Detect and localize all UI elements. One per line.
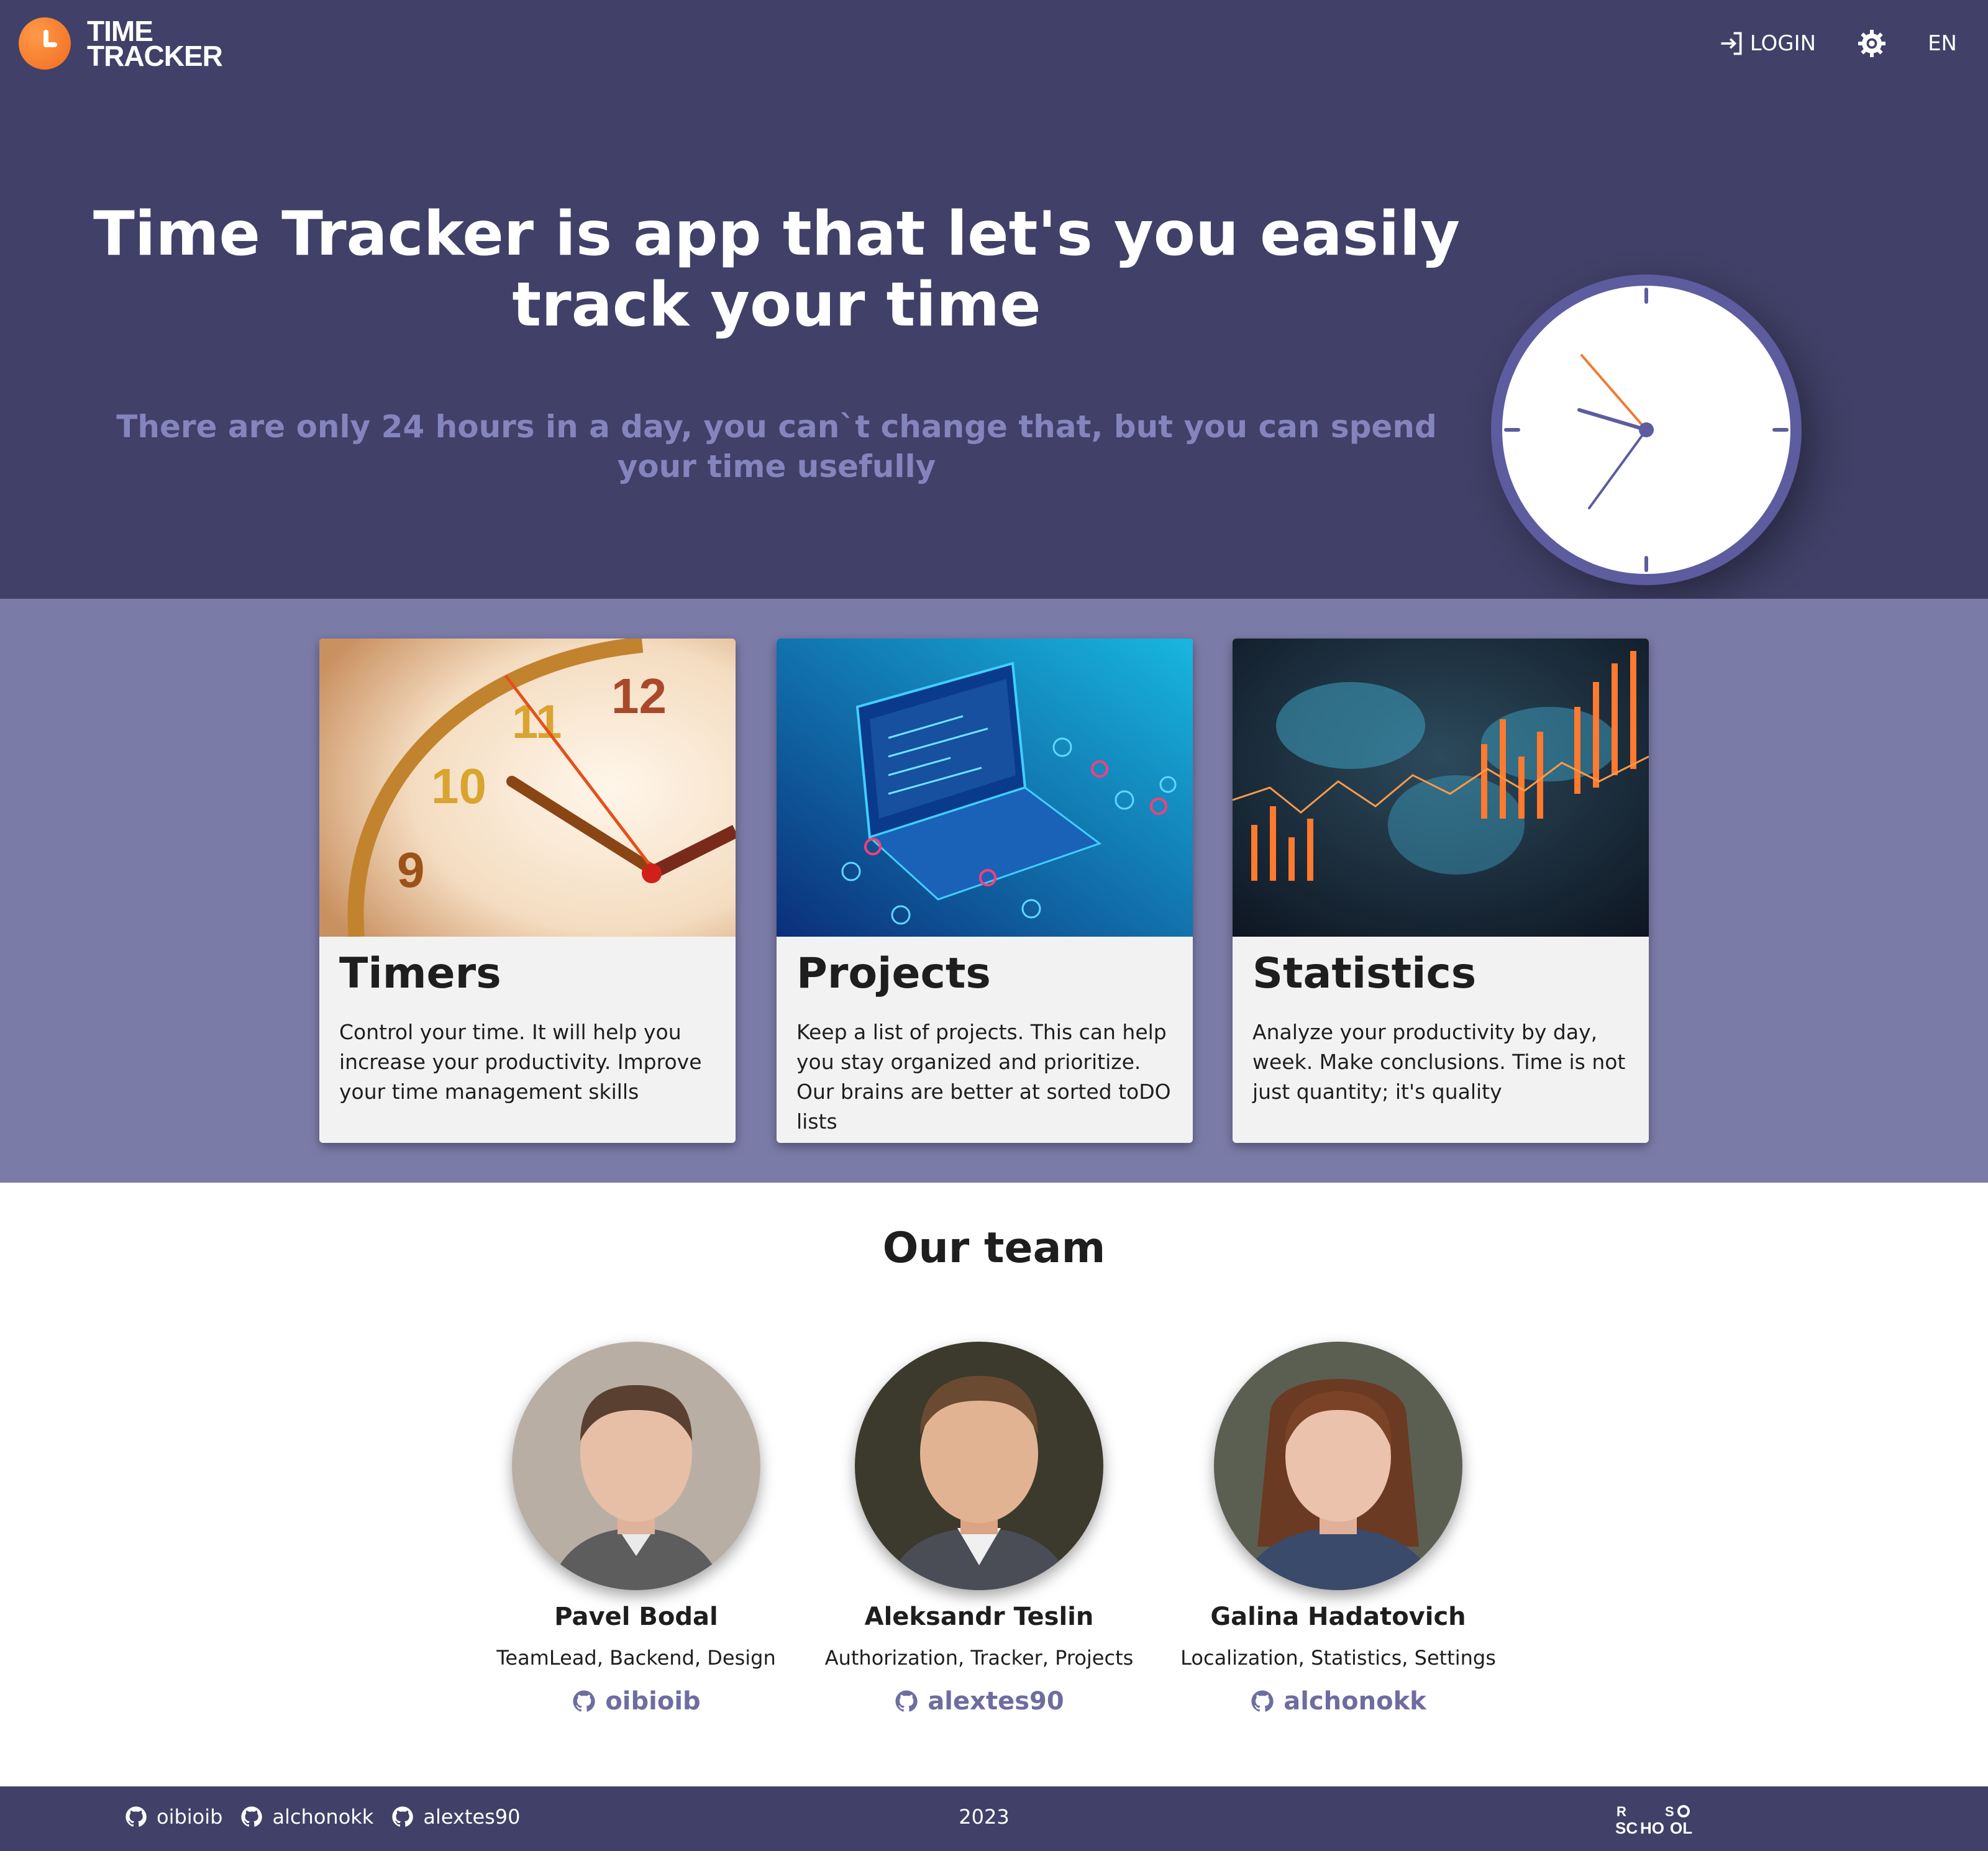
- language-switch[interactable]: EN: [1928, 31, 1957, 56]
- svg-text:R: R: [1616, 1804, 1626, 1819]
- feature-card-statistics[interactable]: Statistics Analyze your productivity by …: [1233, 639, 1649, 1143]
- logo-line-2: TRACKER: [87, 40, 223, 72]
- avatar: [1214, 1342, 1462, 1590]
- footer-link-label: alchonokk: [272, 1805, 374, 1829]
- github-icon: [573, 1690, 595, 1712]
- login-icon: [1721, 32, 1742, 55]
- features-section: 12 11 10 9 Timers Control your time. It …: [0, 599, 1988, 1183]
- rs-school-logo[interactable]: R S SC HO OL: [1615, 1803, 1702, 1840]
- app-logo[interactable]: TIME TRACKER: [19, 17, 223, 72]
- footer-link-label: oibioib: [157, 1805, 223, 1829]
- feature-text: Control your time. It will help you incr…: [339, 1020, 702, 1104]
- team-member-card: Galina Hadatovich Localization, Statisti…: [1152, 1342, 1525, 1716]
- member-name: Pavel Bodal: [554, 1603, 718, 1631]
- hero-title: Time Tracker is app that let's you easil…: [93, 199, 1460, 340]
- github-username: alextes90: [928, 1687, 1064, 1716]
- member-role: TeamLead, Backend, Design: [496, 1646, 776, 1670]
- member-github-link[interactable]: alchonokk: [1152, 1687, 1525, 1716]
- hero-subtitle: There are only 24 hours in a day, you ca…: [116, 409, 1437, 484]
- footer-links: oibioib alchonokk alextes90: [124, 1805, 538, 1829]
- team-title: Our team: [882, 1224, 1106, 1273]
- feature-title: Statistics: [1252, 949, 1477, 998]
- github-icon: [241, 1806, 263, 1827]
- member-role: Authorization, Tracker, Projects: [824, 1646, 1134, 1670]
- login-label: LOGIN: [1749, 31, 1817, 56]
- login-button[interactable]: LOGIN: [1718, 30, 1816, 57]
- theme-toggle-button[interactable]: [1857, 29, 1887, 58]
- logo-text: TIME TRACKER: [87, 17, 223, 72]
- gear-icon: [1858, 30, 1886, 57]
- rs-school-logo-icon: R S SC HO OL: [1615, 1804, 1692, 1837]
- projects-image: [777, 639, 1193, 937]
- avatar: [855, 1342, 1103, 1590]
- top-navbar: TIME TRACKER LOGIN EN: [0, 0, 1988, 87]
- svg-text:OL: OL: [1670, 1819, 1692, 1837]
- feature-card-timers[interactable]: 12 11 10 9 Timers Control your time. It …: [319, 639, 736, 1143]
- footer: oibioib alchonokk alextes90 2023 R S SC …: [0, 1786, 1988, 1851]
- feature-text: Keep a list of projects. This can help y…: [796, 1020, 1171, 1134]
- statistics-image: [1233, 639, 1649, 937]
- member-github-link[interactable]: oibioib: [450, 1687, 823, 1716]
- svg-text:SC: SC: [1615, 1819, 1638, 1837]
- github-icon: [1251, 1690, 1274, 1712]
- avatar: [512, 1342, 760, 1590]
- feature-text: Analyze your productivity by day, week. …: [1252, 1020, 1626, 1104]
- svg-text:HO: HO: [1640, 1819, 1664, 1837]
- github-username: alchonokk: [1284, 1687, 1426, 1716]
- footer-github-link[interactable]: alextes90: [391, 1805, 521, 1829]
- nav-actions: LOGIN EN: [1718, 25, 1957, 62]
- clock-illustration: [1491, 275, 1802, 585]
- member-name: Aleksandr Teslin: [864, 1603, 1094, 1631]
- feature-title: Projects: [796, 949, 991, 998]
- svg-text:10: 10: [431, 758, 486, 814]
- team-member-card: Pavel Bodal TeamLead, Backend, Design oi…: [450, 1342, 823, 1716]
- footer-github-link[interactable]: oibioib: [124, 1805, 222, 1829]
- footer-link-label: alextes90: [423, 1805, 521, 1829]
- github-icon: [895, 1690, 918, 1712]
- timers-image: 12 11 10 9: [319, 639, 736, 938]
- hero-section: Time Tracker is app that let's you easil…: [0, 87, 1988, 599]
- github-icon: [392, 1806, 414, 1827]
- svg-text:9: 9: [397, 842, 425, 898]
- member-role: Localization, Statistics, Settings: [1180, 1646, 1496, 1670]
- clock-logo-icon: [19, 17, 71, 70]
- feature-card-projects[interactable]: Projects Keep a list of projects. This c…: [777, 639, 1193, 1143]
- svg-text:12: 12: [611, 668, 667, 724]
- member-github-link[interactable]: alextes90: [793, 1687, 1165, 1716]
- member-name: Galina Hadatovich: [1210, 1603, 1466, 1631]
- footer-year: 2023: [959, 1805, 1010, 1829]
- team-member-card: Aleksandr Teslin Authorization, Tracker,…: [793, 1342, 1165, 1716]
- github-icon: [125, 1806, 147, 1827]
- footer-github-link[interactable]: alchonokk: [240, 1805, 373, 1829]
- feature-title: Timers: [339, 949, 501, 998]
- svg-text:S: S: [1665, 1804, 1674, 1819]
- github-username: oibioib: [605, 1687, 701, 1716]
